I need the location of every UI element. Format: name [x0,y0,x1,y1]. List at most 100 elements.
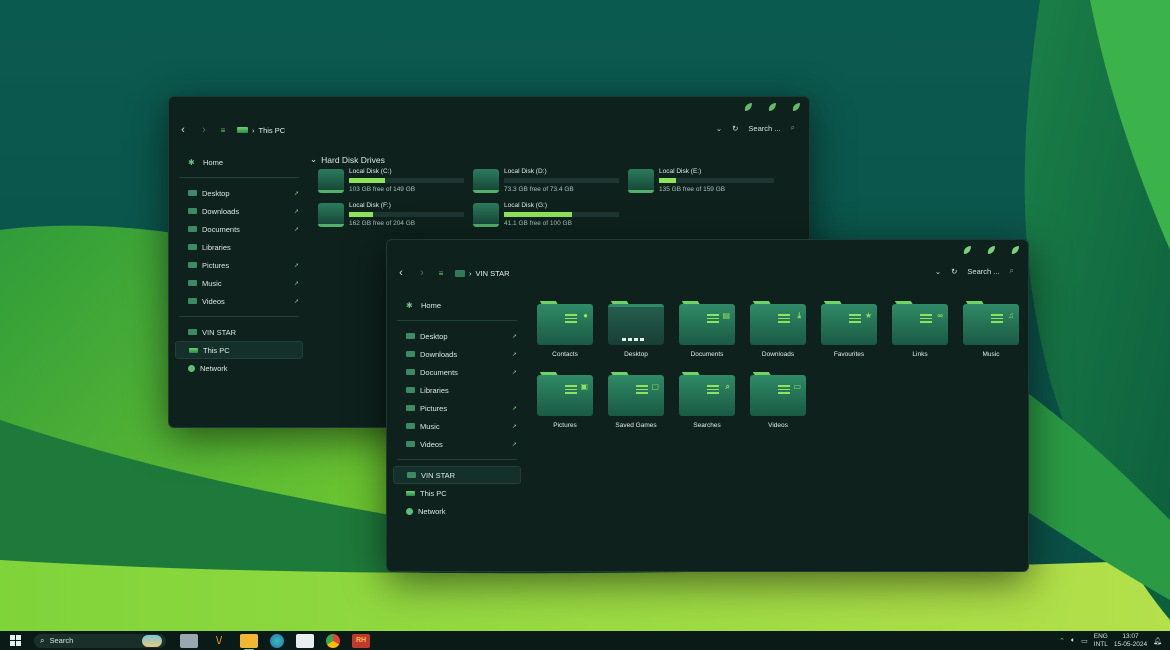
toolbar-right: ⌄ ↻ Search ... ⌕ [716,123,795,133]
drive-tile[interactable]: Local Disk (D:) 73.3 GB free of 73.4 GB [473,168,623,196]
pin-icon: ➚ [511,369,517,376]
clock[interactable]: 13:07 15-05-2024 [1114,633,1147,649]
folder-links[interactable]: ∞ Links [891,301,949,367]
breadcrumb[interactable]: › This PC [237,126,285,135]
drive-tile[interactable]: Local Disk (G:) 41.1 GB free of 100 GB [473,202,623,230]
rh-app-icon[interactable]: RH [352,633,370,648]
folder-contacts[interactable]: ● Contacts [536,301,594,367]
folder-icon [188,226,197,232]
close-leaf-icon[interactable] [791,102,801,112]
drive-tile[interactable]: Local Disk (C:) 103 GB free of 149 GB [318,168,468,196]
sidebar-item-label: Libraries [202,242,231,252]
search-icon[interactable]: ⌕ [791,123,795,133]
pin-icon: ➚ [511,351,517,358]
sidebar-item-label: Network [200,363,228,373]
sidebar: ✱ Home Desktop ➚ Downloads ➚ Documents ➚ Librari… [175,153,303,377]
forward-arrow-icon[interactable]: › [416,267,428,279]
volume-icon[interactable]: 🔈︎ [1071,637,1075,645]
clock-time: 13:07 [1122,632,1139,640]
sidebar-item-this-pc[interactable]: This PC [393,484,521,502]
edge-icon[interactable] [270,633,284,648]
document-icon: ▤ [722,311,730,320]
windows-start-icon[interactable] [10,635,21,646]
folder-label: Pictures [553,422,577,429]
chevron-up-icon[interactable]: ⌃ [1059,637,1065,645]
sidebar-item-vin-star[interactable]: VIN STAR [393,466,521,484]
store-icon[interactable] [296,633,314,648]
folder-icon: ⤓ [750,301,806,345]
menu-icon[interactable]: ≡ [217,124,229,136]
sidebar-item-downloads[interactable]: Downloads ➚ [175,202,303,220]
file-manager-icon[interactable] [180,633,198,648]
file-explorer-icon[interactable] [240,633,258,650]
sidebar-item-pictures[interactable]: Pictures ➚ [175,256,303,274]
breadcrumb[interactable]: › VIN STAR [455,269,510,278]
drive-free-space: 73.3 GB free of 73.4 GB [504,186,574,193]
section-header-hard-disk-drives[interactable]: ⌄ Hard Disk Drives [310,154,385,165]
chevron-right-icon: › [252,125,255,135]
back-arrow-icon[interactable]: ‹ [395,267,407,279]
minimize-leaf-icon[interactable] [743,102,753,112]
search-icon: ⌕ [40,635,45,645]
folder-icon [188,329,197,335]
drive-tile[interactable]: Local Disk (F:) 162 GB free of 204 GB [318,202,468,230]
folder-downloads[interactable]: ⤓ Downloads [749,301,807,367]
maximize-leaf-icon[interactable] [986,245,996,255]
sidebar-item-documents[interactable]: Documents ➚ [393,363,521,381]
folder-desktop[interactable]: Desktop [607,301,665,367]
sidebar-item-videos[interactable]: Videos ➚ [175,292,303,310]
sidebar-item-desktop[interactable]: Desktop ➚ [393,327,521,345]
sidebar-item-downloads[interactable]: Downloads ➚ [393,345,521,363]
folder-music[interactable]: ♫ Music [962,301,1020,367]
maximize-leaf-icon[interactable] [767,102,777,112]
sidebar-item-libraries[interactable]: Libraries [393,381,521,399]
file-explorer-window-vin-star[interactable]: ‹ › ≡ › VIN STAR ⌄ ↻ Search ... ⌕ ✱ Home D… [386,239,1029,572]
refresh-icon[interactable]: ↻ [732,124,738,133]
chevron-down-icon[interactable]: ⌄ [935,267,941,276]
star-icon: ★ [864,311,872,320]
folder-label: Desktop [624,351,648,358]
search-icon[interactable]: ⌕ [1010,266,1014,276]
sidebar-item-pictures[interactable]: Pictures ➚ [393,399,521,417]
brush-icon[interactable]: \/ [210,634,228,648]
back-arrow-icon[interactable]: ‹ [177,124,189,136]
menu-icon[interactable]: ≡ [435,267,447,279]
folder-favourites[interactable]: ★ Favourites [820,301,878,367]
language-indicator[interactable]: ENG INTL [1094,633,1108,649]
taskbar-search-box[interactable]: ⌕ Search [34,633,166,648]
pin-icon: ➚ [293,262,299,269]
sidebar-item-home[interactable]: ✱ Home [175,153,303,171]
folder-icon [406,351,415,357]
sidebar-item-home[interactable]: ✱ Home [393,296,521,314]
forward-arrow-icon[interactable]: › [198,124,210,136]
search-input[interactable]: Search ... [748,124,780,133]
sidebar-item-documents[interactable]: Documents ➚ [175,220,303,238]
drive-tile[interactable]: Local Disk (E:) 135 GB free of 159 GB [628,168,778,196]
sidebar-item-music[interactable]: Music ➚ [175,274,303,292]
chevron-down-icon[interactable]: ⌄ [716,124,722,133]
folder-icon [455,269,465,277]
folder-saved-games[interactable]: ▢ Saved Games [607,372,665,438]
notification-bell-icon[interactable]: 🔔︎ [1153,637,1162,645]
close-leaf-icon[interactable] [1010,245,1020,255]
sidebar-item-libraries[interactable]: Libraries [175,238,303,256]
folder-searches[interactable]: ⌕ Searches [678,372,736,438]
search-input[interactable]: Search ... [967,267,999,276]
folder-videos[interactable]: ▭ Videos [749,372,807,438]
sidebar-item-videos[interactable]: Videos ➚ [393,435,521,453]
folder-icon [406,387,415,393]
sidebar-item-network[interactable]: Network [393,502,521,520]
folder-documents[interactable]: ▤ Documents [678,301,736,367]
picture-icon: ▣ [580,382,588,391]
folder-pictures[interactable]: ▣ Pictures [536,372,594,438]
sidebar-item-this-pc[interactable]: This PC [175,341,303,359]
sidebar-item-network[interactable]: Network [175,359,303,377]
sidebar-item-desktop[interactable]: Desktop ➚ [175,184,303,202]
sidebar-item-vin-star[interactable]: VIN STAR [175,323,303,341]
sidebar-item-music[interactable]: Music ➚ [393,417,521,435]
folder-icon [188,298,197,304]
chrome-icon[interactable] [326,633,340,648]
network-icon[interactable]: ▭ [1081,637,1088,645]
minimize-leaf-icon[interactable] [962,245,972,255]
refresh-icon[interactable]: ↻ [951,267,957,276]
